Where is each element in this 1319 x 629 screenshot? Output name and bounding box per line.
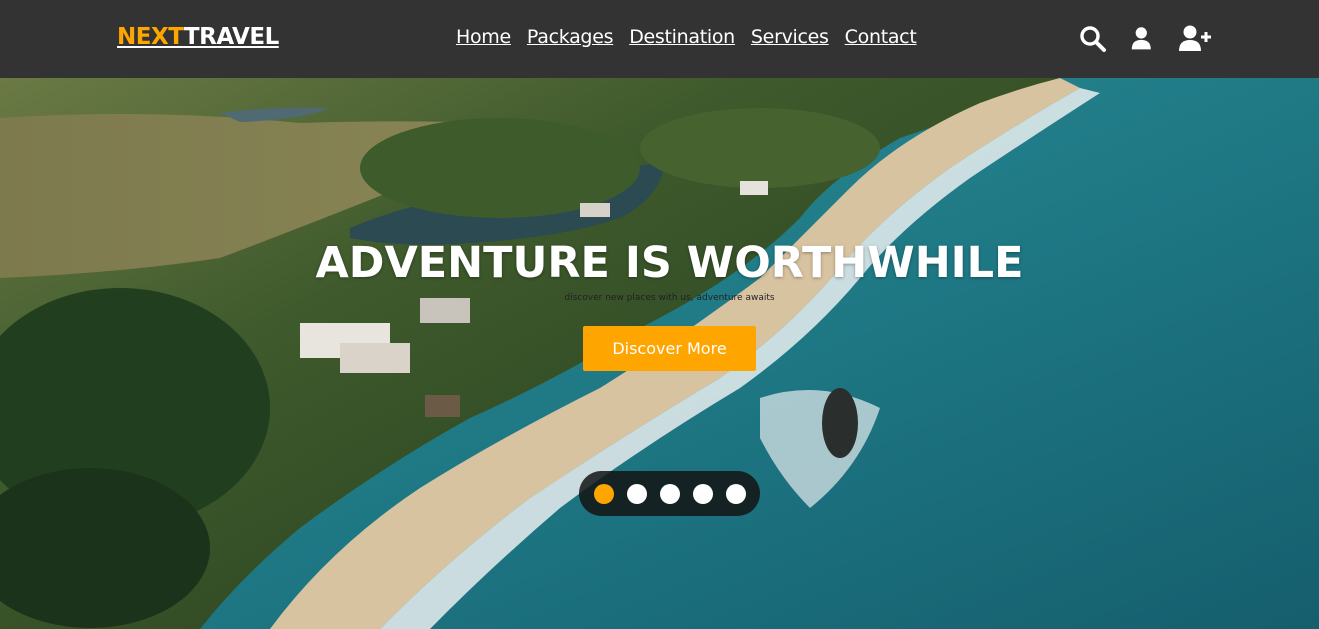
user-plus-icon[interactable]: [1178, 24, 1212, 54]
discover-more-button[interactable]: Discover More: [583, 326, 756, 371]
user-icon[interactable]: [1130, 24, 1156, 54]
slider-dot[interactable]: [593, 483, 614, 504]
navbar: NEXTTRAVEL Home Packages Destination Ser…: [0, 0, 1319, 78]
logo-text: TRAVEL: [183, 24, 279, 50]
slider-dots: [579, 471, 760, 516]
nav-icons: [1078, 24, 1212, 54]
slider-dot[interactable]: [659, 483, 680, 504]
logo-link[interactable]: NEXTTRAVEL: [117, 24, 279, 50]
nav-link-contact[interactable]: Contact: [845, 26, 917, 48]
hero-title: ADVENTURE IS WORTHWHILE: [315, 238, 1024, 288]
slider-dot[interactable]: [626, 483, 647, 504]
hero-section: ADVENTURE IS WORTHWHILE discover new pla…: [0, 78, 1319, 629]
slider-dot[interactable]: [692, 483, 713, 504]
main-nav: Home Packages Destination Services Conta…: [456, 26, 917, 48]
nav-link-packages[interactable]: Packages: [527, 26, 614, 48]
logo-accent-text: NEXT: [117, 24, 184, 50]
nav-link-services[interactable]: Services: [751, 26, 829, 48]
nav-link-destination[interactable]: Destination: [629, 26, 735, 48]
search-icon[interactable]: [1078, 24, 1108, 54]
nav-link-home[interactable]: Home: [456, 26, 511, 48]
slider-dot[interactable]: [725, 483, 746, 504]
hero-subtitle: discover new places with us, adventure a…: [564, 293, 775, 303]
